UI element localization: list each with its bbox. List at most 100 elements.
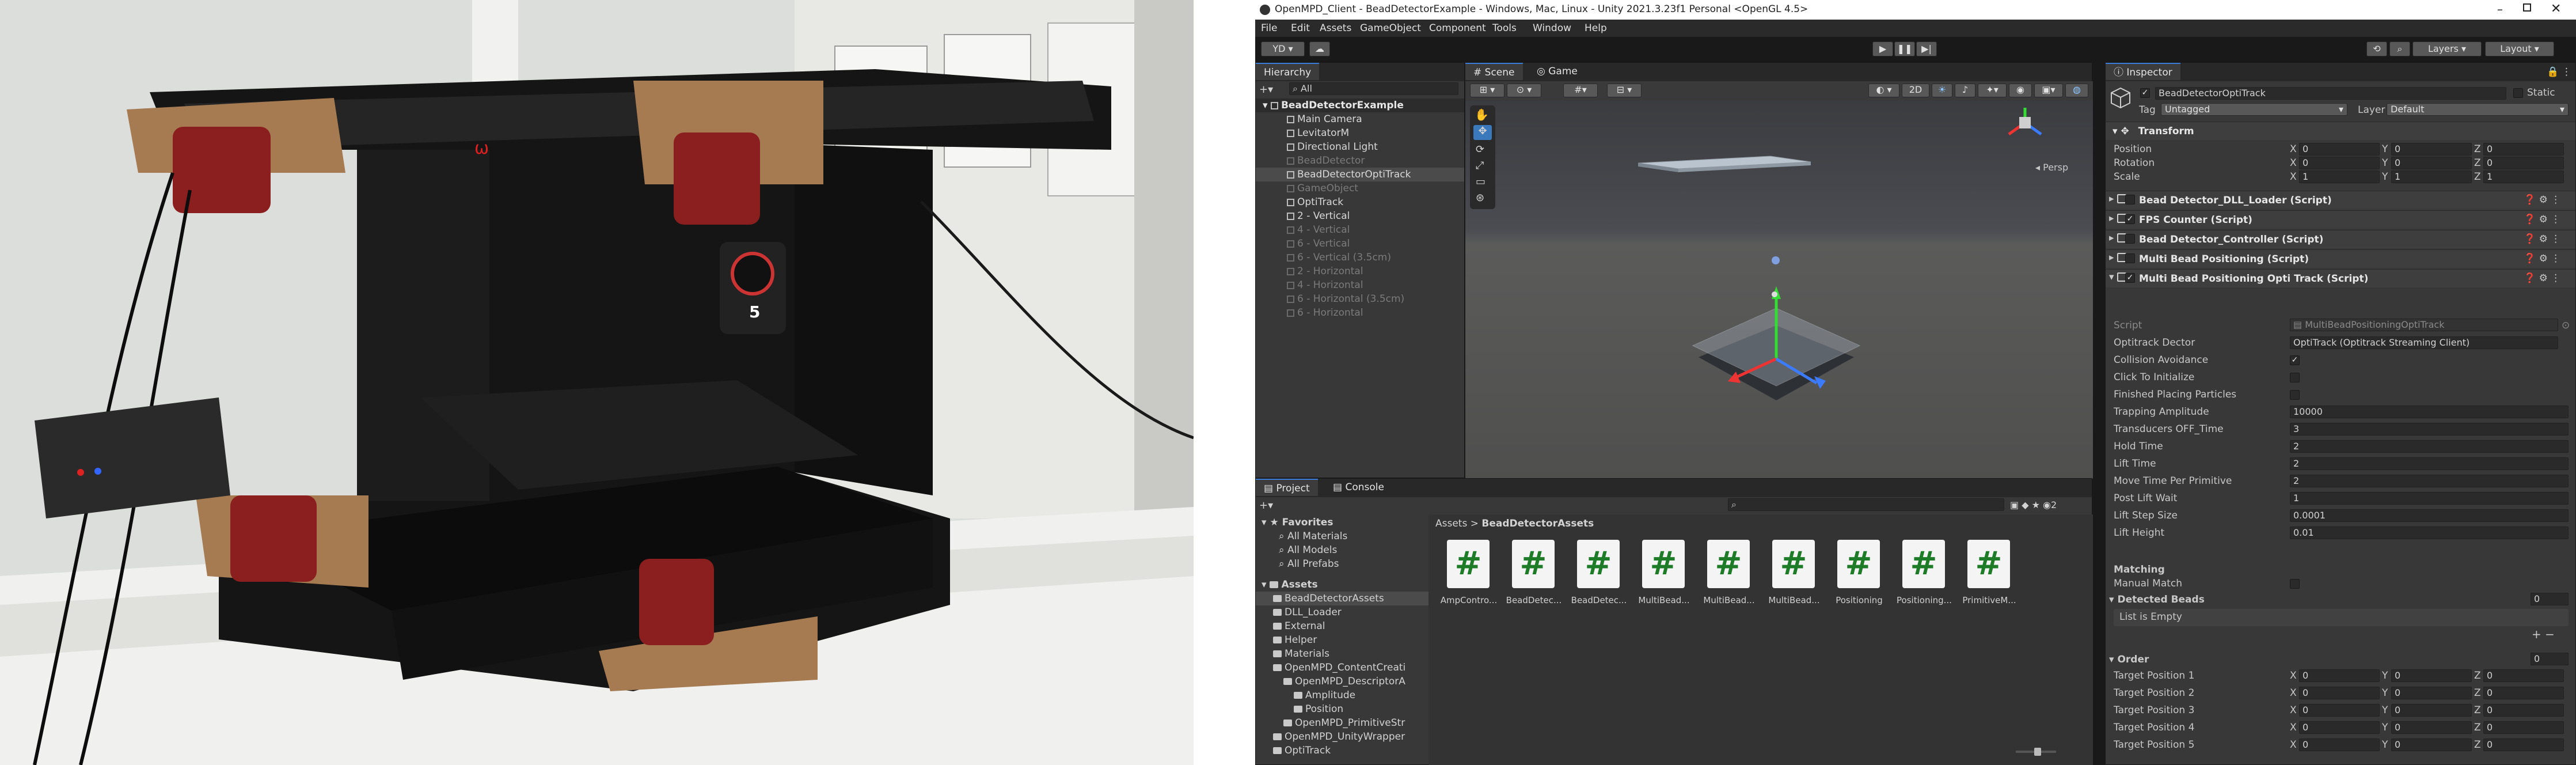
target-position-x[interactable]: 0 [2299,739,2380,751]
menu-edit[interactable]: Edit [1291,22,1310,34]
asset-file-label[interactable]: BeadDetec... [1502,595,1566,605]
script-file-icon[interactable]: # [1577,540,1620,588]
component-header[interactable]: Bead Detector_DLL_Loader (Script) [2106,191,2575,209]
project-tree-item[interactable]: Helper [1256,633,1428,647]
step-icon[interactable]: ▶| [1916,41,1937,56]
move-tool-icon[interactable]: ✥ [1473,125,1492,140]
hierarchy-item[interactable]: BeadDetectorOptiTrack [1256,168,1464,181]
target-position-z[interactable]: 0 [2483,704,2564,717]
component-enabled-checkbox[interactable] [2125,253,2135,263]
target-position-z[interactable]: 0 [2483,687,2564,699]
tab-scene[interactable]: # Scene [1465,63,1523,80]
pause-icon[interactable]: ❚❚ [1894,41,1915,56]
project-search-input[interactable]: ⌕ [1728,498,2004,511]
tag-dropdown[interactable]: Untagged ▾ [2161,103,2347,116]
property-value-field[interactable]: 2 [2290,475,2569,487]
script-file-icon[interactable]: # [1642,540,1685,588]
assets-root[interactable]: ▾ Assets [1256,578,1428,592]
target-position-y[interactable]: 0 [2391,721,2472,734]
breadcrumb-leaf[interactable]: BeadDetectorAssets [1481,518,1594,529]
favorites-header[interactable]: ▾ ★ Favorites [1256,516,1428,529]
target-position-y[interactable]: 0 [2391,739,2472,751]
transform-header[interactable]: ▾ ✥ Transform [2106,122,2575,140]
tab-game[interactable]: ◎ Game [1529,63,1586,80]
menu-tools[interactable]: Tools [1492,22,1517,34]
transform-position-z[interactable]: 0 [2483,143,2564,156]
project-tree-item[interactable]: External [1256,619,1428,633]
fav-all-prefabs[interactable]: ⌕ All Prefabs [1256,557,1428,571]
tab-project[interactable]: ▤ Project [1256,479,1318,496]
script-file-icon[interactable]: # [1447,540,1490,588]
fav-all-materials[interactable]: ⌕ All Materials [1256,529,1428,543]
layers-dropdown[interactable]: Layers ▾ [2412,41,2482,56]
target-position-z[interactable]: 0 [2483,739,2564,751]
hierarchy-item[interactable]: 6 - Horizontal [1256,306,1464,320]
transform-rotation-x[interactable]: 0 [2299,157,2380,169]
target-position-x[interactable]: 0 [2299,704,2380,717]
tab-hierarchy[interactable]: Hierarchy [1256,63,1320,80]
tab-inspector[interactable]: ⓘ Inspector [2106,63,2180,80]
component-menu-icons[interactable]: ❓ ⚙ ⋮ [2524,253,2560,264]
property-value-field[interactable]: 0.0001 [2290,509,2569,522]
asset-file-label[interactable]: BeadDetec... [1567,595,1631,605]
transform-rotation-z[interactable]: 0 [2483,157,2564,169]
static-checkbox[interactable] [2513,88,2523,98]
scene-viewport[interactable]: ◂ Persp ✋ ✥ ⟳ ⤢ ▭ ⊛ [1465,101,2093,479]
expand-arrow-icon[interactable]: ▾ [2109,271,2114,283]
hierarchy-item[interactable]: BeadDetector [1256,154,1464,168]
target-position-y[interactable]: 0 [2391,669,2472,682]
order-header[interactable]: ▾ Order [2109,654,2149,665]
component-header[interactable]: Bead Detector_Controller (Script) [2106,230,2575,248]
project-add-icon[interactable]: +▾ [1259,499,1273,512]
project-tree-item[interactable]: OpenMPD_PrimitiveStr [1256,716,1428,730]
hierarchy-search-input[interactable]: ⌕ All [1289,82,1458,95]
menu-file[interactable]: File [1261,22,1277,34]
component-enabled-checkbox[interactable] [2125,195,2135,204]
tool-handle-dropdown[interactable]: ⊞ ▾ [1470,84,1504,97]
target-position-x[interactable]: 0 [2299,669,2380,682]
asset-file-label[interactable]: MultiBead... [1697,595,1761,605]
script-picker-icon[interactable]: ⊙ [2562,320,2570,331]
rect-tool-icon[interactable]: ▭ [1476,176,1485,188]
hierarchy-item[interactable]: 6 - Horizontal (3.5cm) [1256,292,1464,306]
asset-file-label[interactable]: AmpContro... [1437,595,1501,605]
cloud-icon[interactable]: ☁ [1309,41,1330,56]
expand-arrow-icon[interactable]: ▸ [2109,213,2114,224]
property-checkbox[interactable] [2290,390,2300,400]
more-icon[interactable]: ⋮ [2562,66,2571,78]
script-file-icon[interactable]: # [1707,540,1750,588]
asset-file-label[interactable]: PrimitiveM... [1957,595,2022,605]
target-position-y[interactable]: 0 [2391,704,2472,717]
script-file-icon[interactable]: # [1772,540,1815,588]
detected-beads-header[interactable]: ▾ Detected Beads [2109,594,2205,605]
property-value-field[interactable]: 2 [2290,440,2569,453]
project-tree-item[interactable]: BeadDetectorAssets [1256,592,1428,605]
component-enabled-checkbox[interactable]: ✓ [2125,273,2135,283]
object-name-field[interactable]: BeadDetectorOptiTrack [2155,87,2506,100]
script-file-icon[interactable]: # [1902,540,1945,588]
hierarchy-item[interactable]: OptiTrack [1256,195,1464,209]
expand-arrow-icon[interactable]: ▸ [2109,232,2114,244]
project-tree-item[interactable]: Amplitude [1256,688,1428,702]
draw-mode-dropdown[interactable]: ◐ ▾ [1868,84,1899,97]
fav-all-models[interactable]: ⌕ All Models [1256,543,1428,557]
property-value-field[interactable]: 1 [2290,492,2569,505]
project-tree-item[interactable]: OpenMPD_UnityWrapper [1256,730,1428,744]
close-icon[interactable]: ✕ [2551,2,2561,16]
property-value-field[interactable]: OptiTrack (Optitrack Streaming Client) [2290,336,2558,349]
project-tree-item[interactable]: OpenMPD_ContentCreati [1256,661,1428,675]
expand-arrow-icon[interactable]: ▸ [2109,252,2114,263]
search-icon[interactable]: ⌕ [2389,41,2410,56]
mode-2d-toggle[interactable]: 2D [1902,84,1929,97]
pivot-dropdown[interactable]: ⊙ ▾ [1507,84,1541,97]
order-count[interactable]: 0 [2531,653,2569,665]
script-file-icon[interactable]: # [1837,540,1880,588]
component-menu-icons[interactable]: ❓ ⚙ ⋮ [2524,272,2560,284]
projection-label[interactable]: ◂ Persp [2035,162,2068,173]
script-file-icon[interactable]: # [1512,540,1555,588]
menu-window[interactable]: Window [1533,22,1571,34]
menu-gameobject[interactable]: GameObject [1360,22,1421,34]
menu-component[interactable]: Component [1429,22,1486,34]
layout-dropdown[interactable]: Layout ▾ [2485,41,2554,56]
hand-tool-icon[interactable]: ✋ [1475,108,1489,122]
